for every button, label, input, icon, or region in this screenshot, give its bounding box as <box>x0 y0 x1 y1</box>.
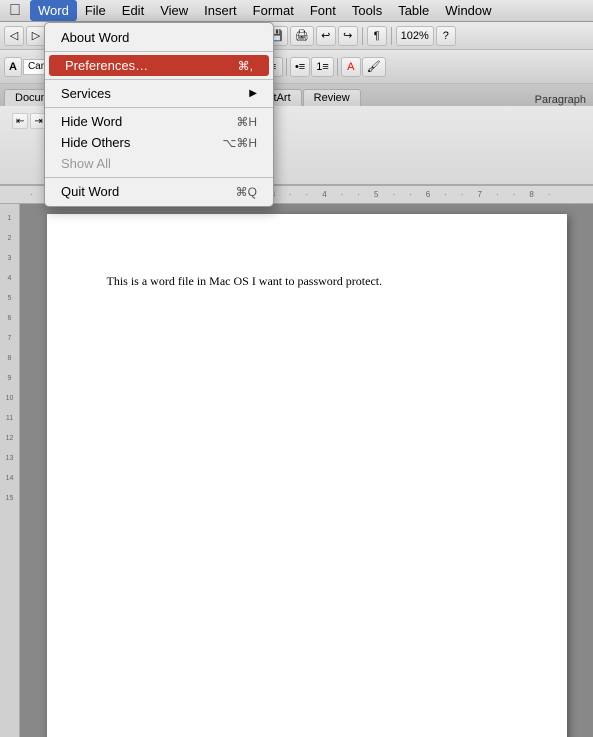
ruler-mark-13: 13 <box>0 448 19 468</box>
doc-page-area: This is a word file in Mac OS I want to … <box>20 204 593 737</box>
left-ruler: 1 2 3 4 5 6 7 8 9 10 11 12 13 14 15 <box>0 204 20 737</box>
menu-about-word-label: About Word <box>61 30 257 45</box>
toolbar-font-style-btn[interactable]: A <box>4 57 22 77</box>
word-dropdown-menu: About Word Preferences… ⌘, Services ▶ Hi… <box>44 22 274 207</box>
menu-separator-1 <box>45 51 273 52</box>
menu-hide-word-label: Hide Word <box>61 114 228 129</box>
number-list-btn[interactable]: 1≡ <box>311 57 334 77</box>
menu-hide-others-label: Hide Others <box>61 135 215 150</box>
ruler-mark-1: 1 <box>0 208 19 228</box>
menubar-word[interactable]: Word <box>30 0 77 21</box>
tab-review[interactable]: Review <box>303 89 361 106</box>
toolbar-sep-8 <box>337 58 338 76</box>
menu-quit-word-label: Quit Word <box>61 184 228 199</box>
ruler-mark-3: 3 <box>0 248 19 268</box>
menu-services[interactable]: Services ▶ <box>45 83 273 104</box>
ruler-mark-4: 4 <box>0 268 19 288</box>
ruler-mark-9: 9 <box>0 368 19 388</box>
highlight-btn[interactable]: 🖌 <box>362 57 386 77</box>
ruler-mark-5: 5 <box>0 288 19 308</box>
toolbar-paragraph-btn[interactable]: ¶ <box>367 26 387 46</box>
menu-quit-word[interactable]: Quit Word ⌘Q <box>45 181 273 202</box>
menu-hide-word-shortcut: ⌘H <box>236 115 257 129</box>
color-btn[interactable]: A <box>341 57 361 77</box>
menubar-format[interactable]: Format <box>245 0 302 21</box>
menu-show-all: Show All <box>45 153 273 174</box>
menu-separator-4 <box>45 177 273 178</box>
toolbar-back-btn[interactable]: ◁ <box>4 26 24 46</box>
menu-services-label: Services <box>61 86 245 101</box>
ruler-mark-8: 8 <box>0 348 19 368</box>
menu-separator-2 <box>45 79 273 80</box>
toolbar-undo-btn[interactable]: ↩ <box>316 26 336 46</box>
menubar-table[interactable]: Table <box>390 0 437 21</box>
bullet-list-btn[interactable]: •≡ <box>290 57 310 77</box>
document-area: 1 2 3 4 5 6 7 8 9 10 11 12 13 14 15 This… <box>0 204 593 737</box>
toolbar-print-btn[interactable]: 🖨 <box>290 26 314 46</box>
menu-quit-word-shortcut: ⌘Q <box>236 185 257 199</box>
menubar-font[interactable]: Font <box>302 0 344 21</box>
menubar-tools[interactable]: Tools <box>344 0 390 21</box>
ruler-mark-15: 15 <box>0 488 19 508</box>
toolbar-zoom-btn[interactable]: 102% <box>396 26 434 46</box>
paragraph-label: Paragraph <box>532 94 589 106</box>
ruler-mark-2: 2 <box>0 228 19 248</box>
menu-preferences-shortcut: ⌘, <box>238 59 253 73</box>
menu-preferences[interactable]: Preferences… ⌘, <box>49 55 269 76</box>
zoom-level: 102% <box>401 30 429 42</box>
ruler-mark-12: 12 <box>0 428 19 448</box>
apple-menu-button[interactable]:  <box>0 2 30 20</box>
ruler-mark-11: 11 <box>0 408 19 428</box>
toolbar-redo-btn[interactable]: ↪ <box>338 26 358 46</box>
toolbar-sep-3 <box>362 27 363 45</box>
toolbar-sep-7 <box>286 58 287 76</box>
toolbar-forward-btn[interactable]: ▷ <box>26 26 46 46</box>
doc-content[interactable]: This is a word file in Mac OS I want to … <box>107 274 507 289</box>
menu-separator-3 <box>45 107 273 108</box>
menu-about-word[interactable]: About Word <box>45 27 273 48</box>
ribbon-indent-left[interactable]: ⇤ <box>12 113 28 129</box>
menu-preferences-label: Preferences… <box>65 58 230 73</box>
ruler-mark-7: 7 <box>0 328 19 348</box>
menubar-window[interactable]: Window <box>437 0 499 21</box>
ruler-mark-6: 6 <box>0 308 19 328</box>
menu-hide-word[interactable]: Hide Word ⌘H <box>45 111 273 132</box>
menubar-file[interactable]: File <box>77 0 114 21</box>
menubar:  Word File Edit View Insert Format Font… <box>0 0 593 22</box>
menubar-insert[interactable]: Insert <box>196 0 245 21</box>
doc-page: This is a word file in Mac OS I want to … <box>47 214 567 737</box>
menu-hide-others-shortcut: ⌥⌘H <box>223 136 258 150</box>
menubar-edit[interactable]: Edit <box>114 0 152 21</box>
menu-hide-others[interactable]: Hide Others ⌥⌘H <box>45 132 273 153</box>
ruler-mark-14: 14 <box>0 468 19 488</box>
menubar-view[interactable]: View <box>152 0 196 21</box>
submenu-arrow-icon: ▶ <box>249 88 257 99</box>
toolbar-help-btn[interactable]: ? <box>436 26 456 46</box>
menu-show-all-label: Show All <box>61 156 257 171</box>
ruler-mark-10: 10 <box>0 388 19 408</box>
toolbar-sep-4 <box>391 27 392 45</box>
